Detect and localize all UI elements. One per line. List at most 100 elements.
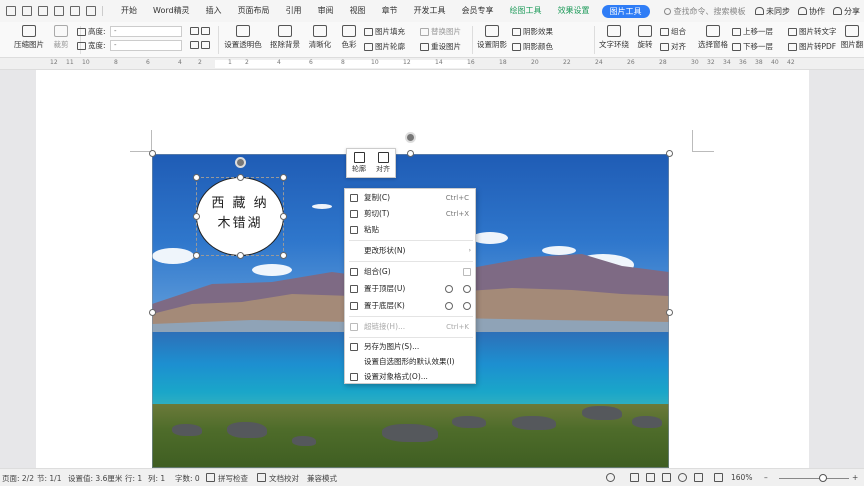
save-icon[interactable]: [6, 6, 16, 16]
page-view-icon[interactable]: [630, 473, 639, 482]
outline-dropdown[interactable]: 轮廓: [347, 149, 371, 177]
bring-forward-quick-icon[interactable]: [463, 285, 471, 293]
menu-member[interactable]: 会员专享: [454, 0, 502, 22]
picture-rotate-handle[interactable]: [405, 132, 416, 143]
sync-status-button[interactable]: 未同步: [755, 6, 790, 17]
compress-picture-button[interactable]: 压缩图片: [8, 22, 50, 56]
bring-forward-button[interactable]: 上移一层: [732, 26, 773, 37]
text-wrap-button[interactable]: 文字环绕: [597, 22, 631, 56]
shape-resize-handle[interactable]: [193, 213, 200, 220]
outline-view-icon[interactable]: [646, 473, 655, 482]
eye-protect-icon[interactable]: [606, 473, 615, 482]
status-page[interactable]: 页面: 2/2: [2, 473, 34, 484]
spell-check-button[interactable]: 拼写检查: [218, 473, 248, 484]
tab-drawing-tools[interactable]: 绘图工具: [502, 0, 550, 22]
status-word-count[interactable]: 字数: 0: [175, 473, 200, 484]
shape-resize-handle[interactable]: [237, 174, 244, 181]
shape-resize-handle[interactable]: [280, 174, 287, 181]
width-input[interactable]: -: [110, 40, 182, 51]
menu-set-default-effect[interactable]: 设置自选图形的默认效果(I): [345, 354, 477, 370]
picture-translate-button[interactable]: 图片翻: [840, 22, 864, 56]
menu-review[interactable]: 审阅: [310, 0, 342, 22]
write-view-icon[interactable]: [694, 473, 703, 482]
menu-home[interactable]: 开始: [113, 0, 145, 22]
doc-check-button[interactable]: 文档校对: [269, 473, 299, 484]
picture-outline-button[interactable]: 图片轮廓: [364, 41, 405, 52]
rotate-button[interactable]: 旋转: [634, 22, 656, 56]
zoom-out-icon[interactable]: –: [764, 473, 768, 482]
resize-handle[interactable]: [666, 150, 673, 157]
zoom-level[interactable]: 160%: [731, 473, 752, 482]
align-button[interactable]: 对齐: [660, 41, 686, 52]
menu-save-as-picture[interactable]: 另存为图片(S)...: [345, 339, 477, 355]
picture-fill-button[interactable]: 图片填充: [364, 26, 405, 37]
export-icon[interactable]: [54, 6, 64, 16]
height-input[interactable]: -: [110, 26, 182, 37]
redo-icon[interactable]: [86, 6, 96, 16]
shape-resize-handle[interactable]: [280, 213, 287, 220]
menu-references[interactable]: 引用: [278, 0, 310, 22]
menu-format-object[interactable]: 设置对象格式(O)...: [345, 369, 477, 385]
menu-bring-to-front[interactable]: 置于顶层(U): [345, 281, 477, 297]
menu-page-layout[interactable]: 页面布局: [230, 0, 278, 22]
bring-front-quick-icon[interactable]: [445, 285, 453, 293]
sharpen-button[interactable]: 清晰化: [306, 22, 334, 56]
menu-copy[interactable]: 复制(C) Ctrl+C: [345, 190, 477, 206]
send-backward-quick-icon[interactable]: [463, 302, 471, 310]
menu-section[interactable]: 章节: [374, 0, 406, 22]
tab-effects[interactable]: 效果设置: [550, 0, 598, 22]
resize-handle[interactable]: [149, 150, 156, 157]
shadow-color-button[interactable]: 阴影颜色: [512, 41, 553, 52]
shape-rotate-handle[interactable]: [235, 157, 246, 168]
group-button[interactable]: 组合: [660, 26, 686, 37]
picture-to-pdf-button[interactable]: 图片转PDF: [788, 41, 836, 52]
menu-insert[interactable]: 插入: [198, 0, 230, 22]
shape-resize-handle[interactable]: [193, 174, 200, 181]
pic-to-pdf-icon: [788, 43, 797, 51]
size-tools-2[interactable]: [190, 40, 212, 49]
menu-cut[interactable]: 剪切(T) Ctrl+X: [345, 206, 477, 222]
resize-handle[interactable]: [407, 150, 414, 157]
set-transparent-button[interactable]: 设置透明色: [222, 22, 264, 56]
undo-icon[interactable]: [70, 6, 80, 16]
set-shadow-button[interactable]: 设置阴影: [474, 22, 510, 56]
menu-developer[interactable]: 开发工具: [406, 0, 454, 22]
command-search[interactable]: 查找命令、搜索模板: [658, 4, 752, 18]
shadow-effect-button[interactable]: 阴影效果: [512, 26, 553, 37]
fit-page-icon[interactable]: [714, 473, 723, 482]
selection-pane-button[interactable]: 选择窗格: [696, 22, 730, 56]
share-button[interactable]: 分享: [833, 6, 860, 17]
size-tools[interactable]: [190, 26, 212, 35]
reset-picture-button[interactable]: 重设图片: [420, 41, 461, 52]
shape-resize-handle[interactable]: [237, 252, 244, 259]
menu-view[interactable]: 视图: [342, 0, 374, 22]
horizontal-ruler[interactable]: 12 11 10 8 6 4 2 1 2 4 6 8 10 12 14 16 1…: [0, 58, 864, 70]
web-view-icon[interactable]: [678, 473, 687, 482]
print-icon[interactable]: [22, 6, 32, 16]
tab-picture-tools[interactable]: 图片工具: [601, 4, 650, 18]
zoom-slider[interactable]: [779, 478, 849, 479]
send-backward-button[interactable]: 下移一层: [732, 41, 773, 52]
color-button[interactable]: 色彩: [336, 22, 362, 56]
collab-button[interactable]: 协作: [798, 6, 825, 17]
picture-to-text-button[interactable]: 图片转文字: [788, 26, 837, 37]
menu-paste[interactable]: 粘贴: [345, 222, 477, 238]
menu-hyperlink[interactable]: 超链接(H)... Ctrl+K: [345, 319, 477, 335]
menu-send-to-back[interactable]: 置于底层(K): [345, 298, 477, 314]
replace-picture-button[interactable]: 替换图片: [420, 26, 461, 37]
menu-change-shape[interactable]: 更改形状(N) ›: [345, 243, 477, 259]
shape-resize-handle[interactable]: [193, 252, 200, 259]
read-view-icon[interactable]: [662, 473, 671, 482]
resize-handle[interactable]: [666, 309, 673, 316]
crop-button[interactable]: 裁剪: [46, 22, 76, 56]
align-dropdown[interactable]: 对齐: [371, 149, 395, 177]
zoom-slider-handle[interactable]: [819, 474, 827, 482]
send-back-quick-icon[interactable]: [445, 302, 453, 310]
menu-group[interactable]: 组合(G): [345, 264, 477, 280]
menu-word-assistant[interactable]: Word精灵: [145, 0, 198, 22]
resize-handle[interactable]: [149, 309, 156, 316]
print-preview-icon[interactable]: [38, 6, 48, 16]
cutout-background-button[interactable]: 抠除背景: [266, 22, 304, 56]
zoom-in-icon[interactable]: +: [852, 473, 858, 482]
shape-resize-handle[interactable]: [280, 252, 287, 259]
